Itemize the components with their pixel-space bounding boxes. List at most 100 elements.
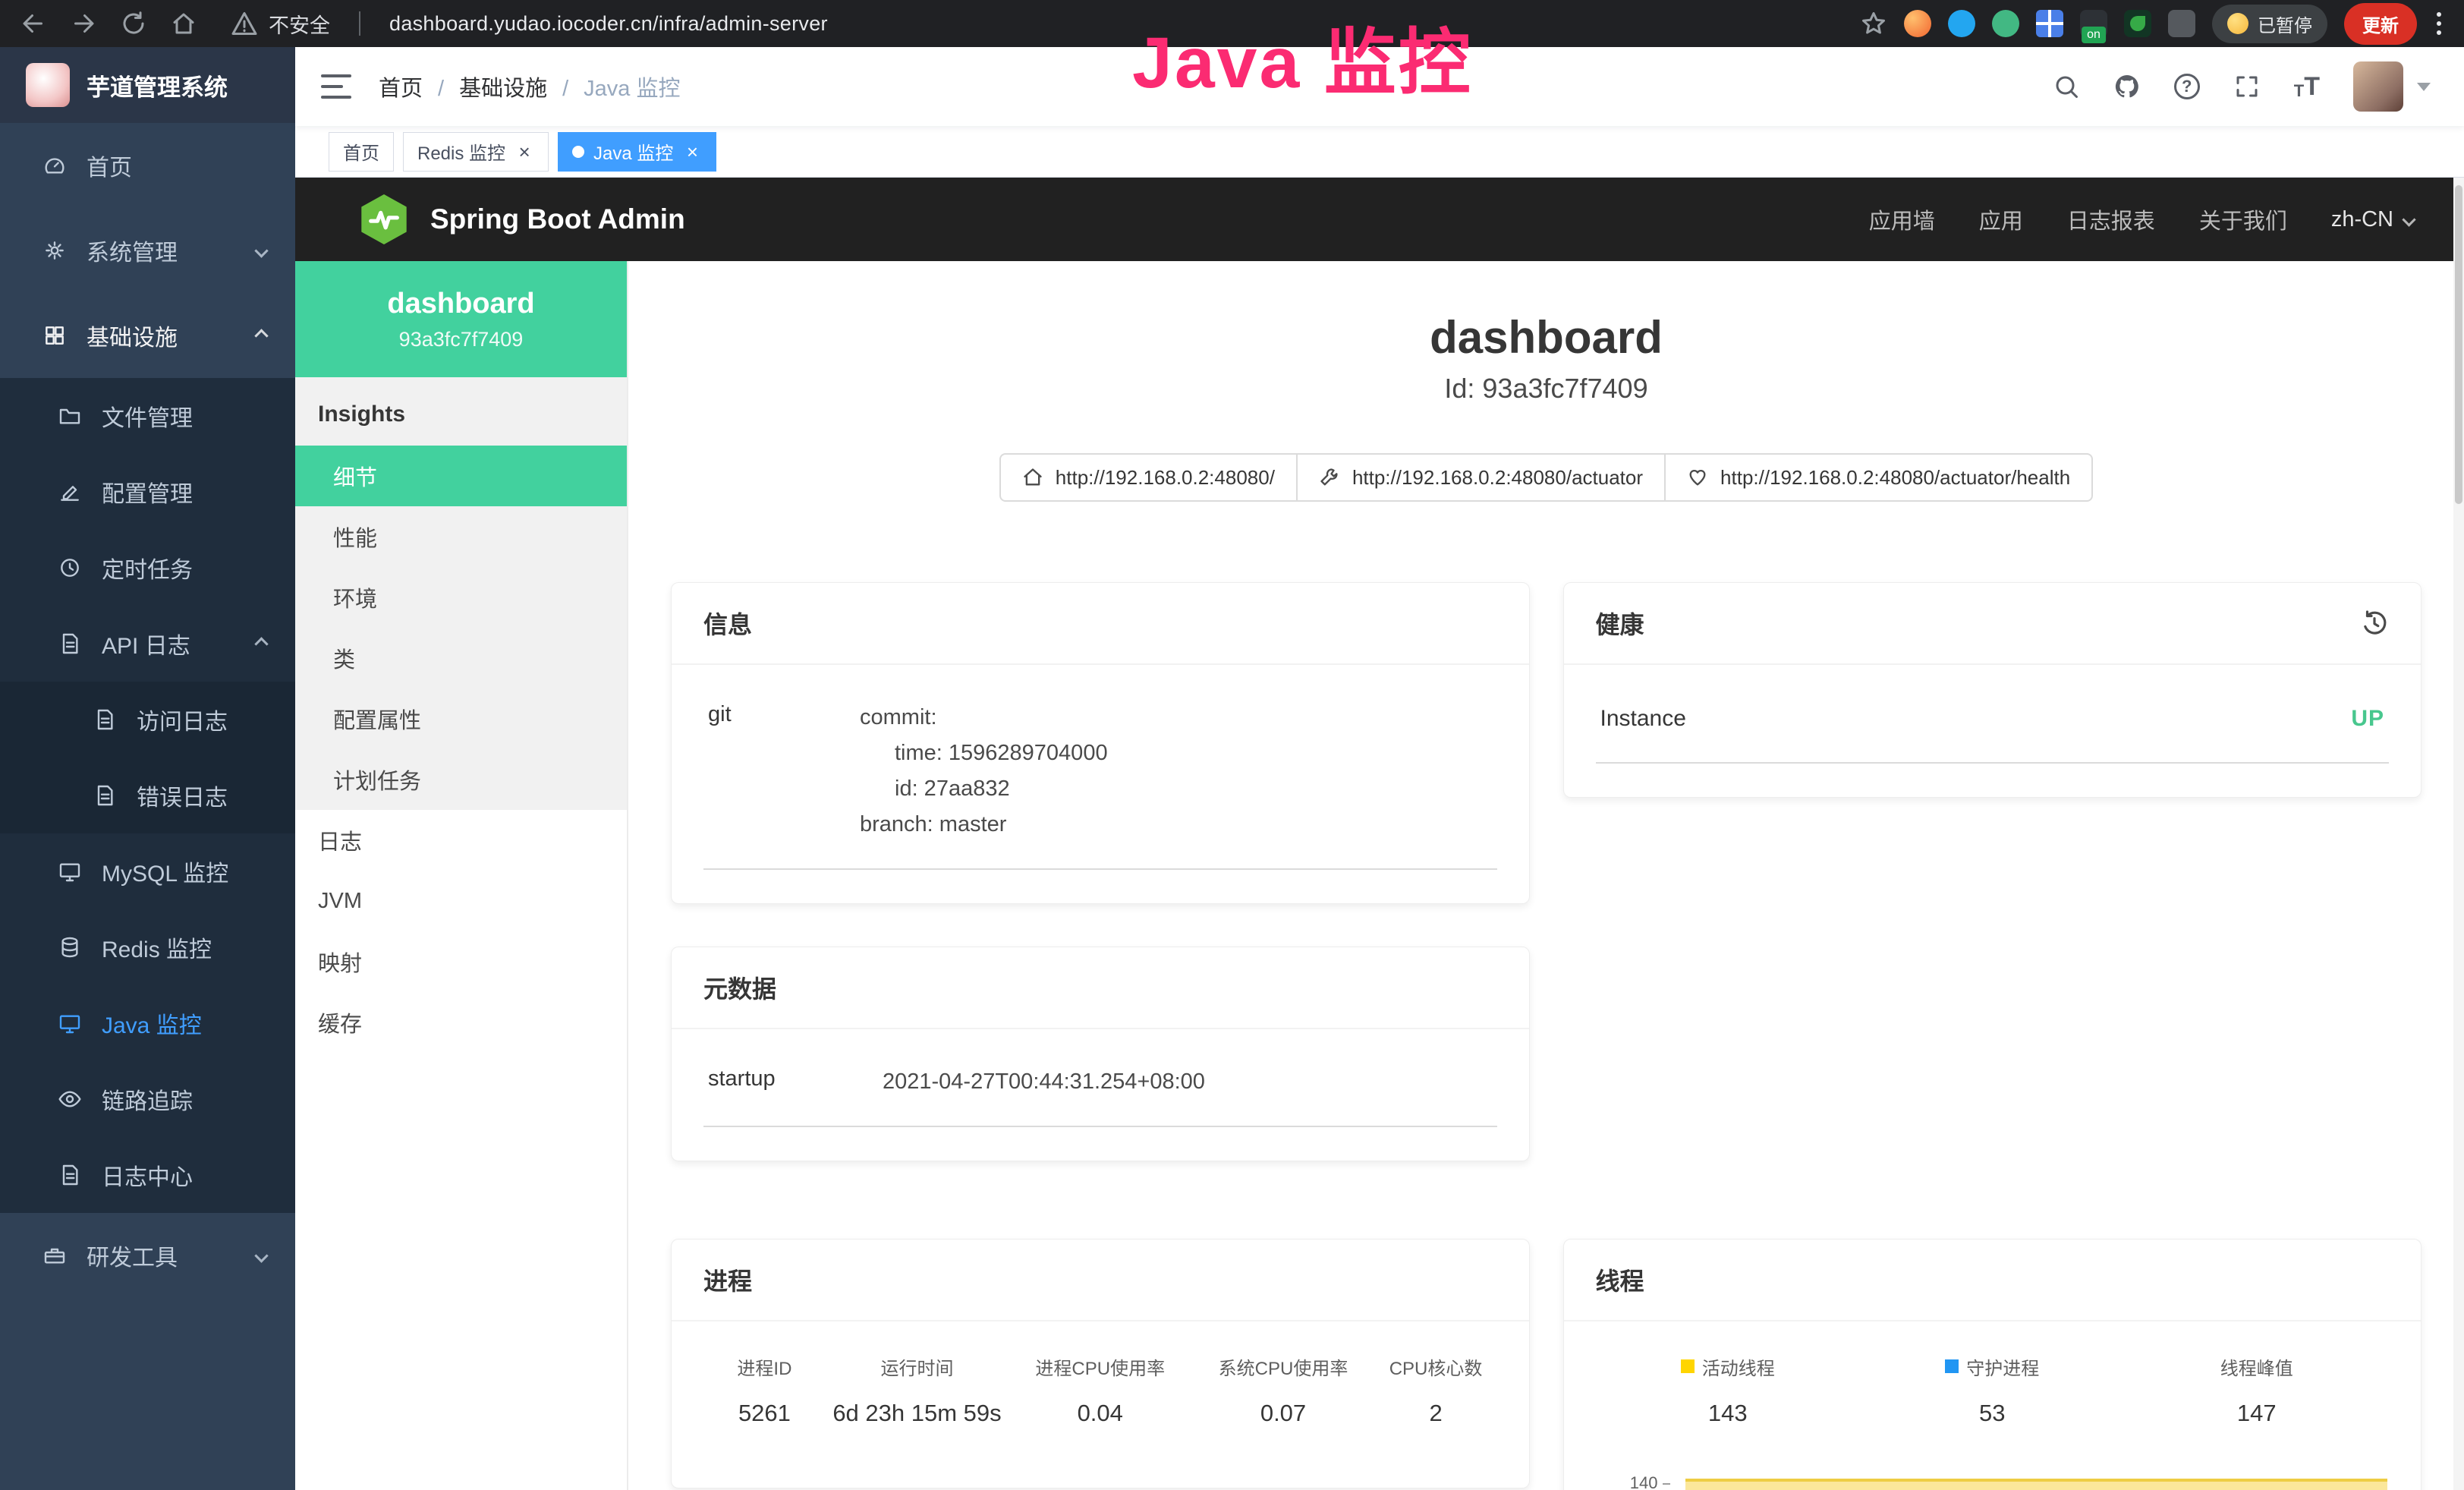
instance-link[interactable]: Instance <box>1600 706 1686 732</box>
instance-nav-classes[interactable]: 类 <box>295 628 627 688</box>
instance-nav-scheduled-tasks[interactable]: 计划任务 <box>295 749 627 810</box>
instance-url-button[interactable]: http://192.168.0.2:48080/ <box>999 453 1298 502</box>
locale-select[interactable]: zh-CN <box>2331 207 2414 232</box>
back-icon[interactable] <box>20 10 47 37</box>
sidebar-item-access-logs[interactable]: 访问日志 <box>0 682 295 758</box>
status-badge: UP <box>2351 706 2384 732</box>
sba-nav-journal[interactable]: 日志报表 <box>2067 203 2155 235</box>
menu-collapse-icon[interactable] <box>321 74 351 99</box>
extension-drop-icon[interactable] <box>1948 10 1975 37</box>
legend-value: 143 <box>1596 1400 1861 1427</box>
threads-card-header: 线程 <box>1564 1240 2422 1321</box>
chevron-up-icon <box>254 637 268 650</box>
git-id-line: id: 27aa832 <box>860 771 1108 807</box>
close-icon[interactable] <box>682 142 702 162</box>
fullscreen-icon[interactable] <box>2233 73 2261 100</box>
sba-brand[interactable]: Spring Boot Admin <box>430 203 685 235</box>
extension-leaf-icon[interactable] <box>2124 10 2151 37</box>
sidebar-item-scheduled-jobs[interactable]: 定时任务 <box>0 530 295 606</box>
instance-nav-mappings[interactable]: 映射 <box>295 931 627 992</box>
bookmark-star-icon[interactable] <box>1860 10 1887 37</box>
git-branch-line: branch: master <box>860 807 1108 843</box>
github-icon[interactable] <box>2113 73 2141 100</box>
process-col-system-cpu: 系统CPU使用率 0.07 <box>1191 1353 1374 1427</box>
search-icon[interactable] <box>2053 73 2080 100</box>
reload-icon[interactable] <box>120 10 147 37</box>
font-size-icon[interactable] <box>2294 74 2320 99</box>
sba-nav: 应用墙 应用 日志报表 关于我们 zh-CN <box>1869 203 2414 235</box>
legend-value: 147 <box>2125 1400 2390 1427</box>
health-url-button[interactable]: http://192.168.0.2:48080/actuator/health <box>1664 453 2093 502</box>
tab-redis-monitor[interactable]: Redis 监控 <box>403 132 549 172</box>
sidebar-item-file-mgmt[interactable]: 文件管理 <box>0 378 295 454</box>
info-card-header: 信息 <box>672 583 1529 665</box>
instance-nav-details[interactable]: 细节 <box>295 446 627 506</box>
actuator-url-button[interactable]: http://192.168.0.2:48080/actuator <box>1296 453 1666 502</box>
instance-nav-logs[interactable]: 日志 <box>295 810 627 871</box>
tab-java-monitor[interactable]: Java 监控 <box>558 132 716 172</box>
health-card-body: Instance UP <box>1564 665 2422 797</box>
home-icon[interactable] <box>170 10 197 37</box>
app-logo[interactable]: 芋道管理系统 <box>0 47 295 123</box>
sidebar-item-mysql-monitor[interactable]: MySQL 监控 <box>0 833 295 909</box>
instance-header[interactable]: dashboard 93a3fc7f7409 <box>295 261 627 377</box>
history-icon[interactable] <box>2360 609 2389 638</box>
y-tick: 140 <box>1596 1473 1670 1490</box>
close-icon[interactable] <box>515 142 534 162</box>
scrollbar-thumb[interactable] <box>2455 185 2462 504</box>
instance-nav-jvm[interactable]: JVM <box>295 871 627 931</box>
sba-nav-wallboard[interactable]: 应用墙 <box>1869 203 1935 235</box>
extension-grid-icon[interactable] <box>2036 10 2063 37</box>
sidebar-item-api-logs[interactable]: API 日志 <box>0 606 295 682</box>
instance-nav-environment[interactable]: 环境 <box>295 567 627 628</box>
process-table: 进程ID 5261 运行时间 6d 23h 15m 59s 进程CPU使用率 <box>703 1332 1497 1454</box>
header-actions <box>2053 61 2431 112</box>
security-chip[interactable]: 不安全 <box>231 9 330 39</box>
help-icon[interactable] <box>2174 74 2200 99</box>
process-card-header: 进程 <box>672 1240 1529 1321</box>
sba-header: Spring Boot Admin 应用墙 应用 日志报表 关于我们 zh-CN <box>295 178 2464 261</box>
scrollbar[interactable] <box>2453 178 2464 1490</box>
sidebar-item-home[interactable]: 首页 <box>0 123 295 208</box>
forward-icon[interactable] <box>70 10 97 37</box>
card-title: 线程 <box>1596 1262 1644 1297</box>
instance-nav-caches[interactable]: 缓存 <box>295 992 627 1053</box>
tab-home[interactable]: 首页 <box>329 132 394 172</box>
instance-nav-config-props[interactable]: 配置属性 <box>295 688 627 749</box>
sidebar-item-tracing[interactable]: 链路追踪 <box>0 1061 295 1137</box>
browser-menu-icon[interactable] <box>2434 9 2444 38</box>
extension-puzzle-icon[interactable] <box>2168 10 2195 37</box>
tab-label: 首页 <box>343 138 379 165</box>
legend-peak-threads: 线程峰值 147 <box>2125 1353 2390 1427</box>
breadcrumb-home[interactable]: 首页 <box>379 71 423 102</box>
sidebar-item-config-mgmt[interactable]: 配置管理 <box>0 454 295 530</box>
right-pane: 首页 基础设施 Java 监控 首页 <box>295 47 2464 1490</box>
extension-vue-icon[interactable] <box>1992 10 2019 37</box>
threads-area-series <box>1685 1479 2388 1490</box>
sidebar-item-error-logs[interactable]: 错误日志 <box>0 758 295 833</box>
warning-triangle-icon <box>231 10 258 37</box>
col-header: 进程ID <box>703 1353 826 1380</box>
tab-label: Redis 监控 <box>417 138 505 165</box>
url-text[interactable]: dashboard.yudao.iocoder.cn/infra/admin-s… <box>389 12 828 36</box>
sidebar-item-system-mgmt[interactable]: 系统管理 <box>0 208 295 293</box>
paused-badge[interactable]: 已暂停 <box>2212 5 2327 43</box>
app-sidebar: 芋道管理系统 首页 系统管理 基础设施 <box>0 47 295 1490</box>
instance-nav-performance[interactable]: 性能 <box>295 506 627 567</box>
breadcrumb-infrastructure[interactable]: 基础设施 <box>423 71 547 102</box>
sidebar-item-redis-monitor[interactable]: Redis 监控 <box>0 909 295 985</box>
sba-nav-about[interactable]: 关于我们 <box>2199 203 2287 235</box>
avatar-caret-icon[interactable] <box>2417 83 2431 91</box>
extension-switch-icon[interactable]: on <box>2080 10 2107 37</box>
legend-value: 53 <box>1860 1400 2125 1427</box>
update-button[interactable]: 更新 <box>2344 3 2417 45</box>
sidebar-item-log-center[interactable]: 日志中心 <box>0 1137 295 1213</box>
sidebar-item-infrastructure[interactable]: 基础设施 <box>0 293 295 378</box>
spring-boot-admin-logo[interactable] <box>359 194 409 244</box>
sidebar-item-java-monitor[interactable]: Java 监控 <box>0 985 295 1061</box>
blue-swatch-icon <box>1945 1359 1959 1373</box>
sidebar-item-dev-tools[interactable]: 研发工具 <box>0 1213 295 1298</box>
sba-nav-applications[interactable]: 应用 <box>1979 203 2023 235</box>
extension-fox-icon[interactable] <box>1904 10 1931 37</box>
avatar[interactable] <box>2353 61 2403 112</box>
